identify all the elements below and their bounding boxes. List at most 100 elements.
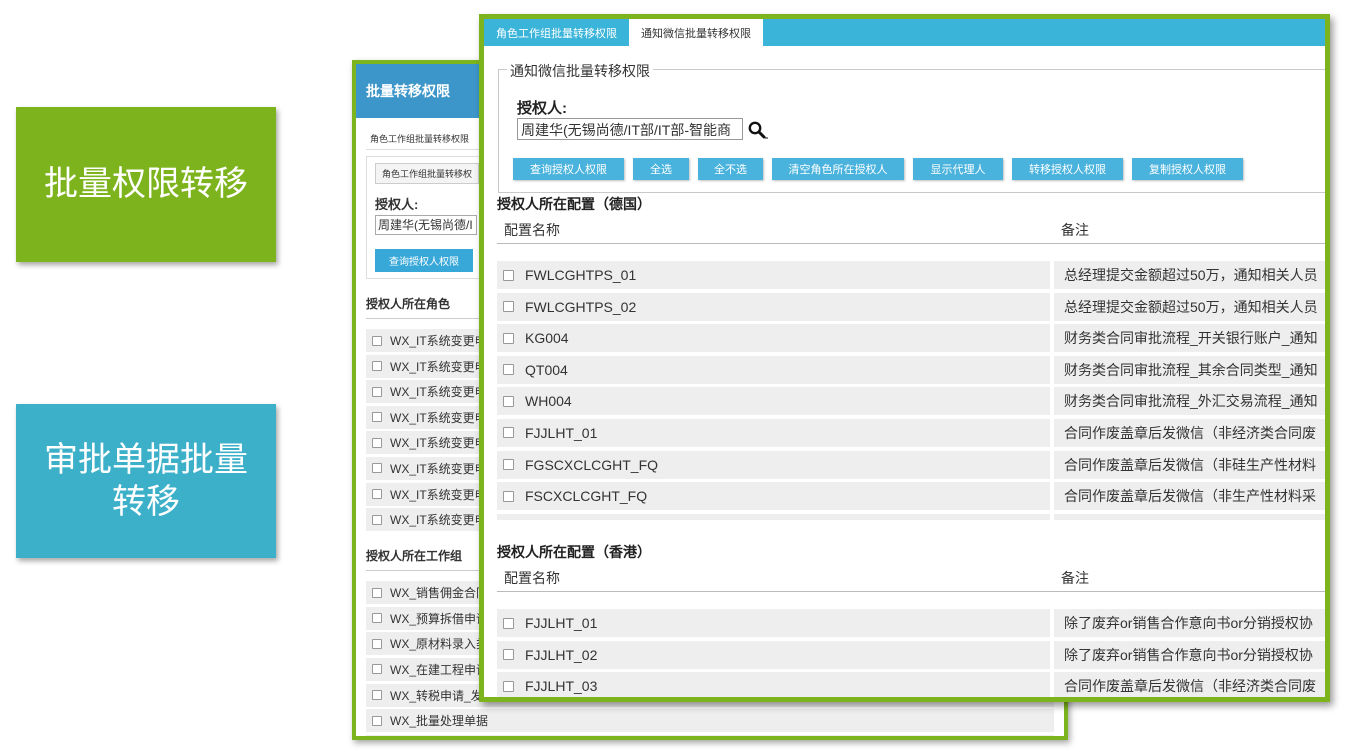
config-name: FWLCGHTPS_02 (525, 298, 637, 315)
back-grantor-input[interactable]: 周建华(无锡尚德/I (375, 215, 477, 235)
role-list-item-label: WX_IT系统变更申 (390, 385, 487, 400)
checkbox[interactable] (372, 335, 382, 346)
note-cell: 合同作废盖章后发微信（非经济类合同废 (1054, 672, 1325, 697)
group-list-item[interactable]: WX_批量处理单据 (366, 709, 1054, 733)
note-cell: 总经理提交金额超过50万，通知相关人员 (1054, 292, 1325, 321)
tile-label-line2: 转移 (112, 482, 180, 522)
config-name: FSCXCLCGHT_FQ (525, 488, 648, 505)
table-row[interactable]: FGSCXCLCGHT_FQ 合同作废盖章后发微信（非硅生产性材料 (497, 450, 1325, 479)
table-row[interactable]: QT004 财务类合同审批流程_其余合同类型_通知 (497, 355, 1325, 384)
checkbox[interactable] (503, 395, 514, 407)
checkbox[interactable] (503, 680, 514, 692)
note-cell: 除了废弃or销售合作意向书or分销授权协 (1054, 609, 1325, 637)
wechat-batch-transfer-window: 角色工作组批量转移权限 通知微信批量转移权限 通知微信批量转移权限 授权人: 周… (479, 14, 1330, 702)
fieldset-legend: 通知微信批量转移权限 (507, 61, 653, 81)
config-name-cell: FJJLHT_01 (497, 609, 1050, 637)
clear-role-grantor-button[interactable]: 清空角色所在授权人 (772, 158, 904, 180)
note-cell: 除了废弃or销售合作意向书or分销授权协 (1054, 640, 1325, 669)
group-list-item-label: WX_原材料录入类 (390, 637, 489, 652)
note-cell: 合同作废盖章后发微信（非生产性材料采 (1054, 482, 1325, 511)
note-cell: 合同作废盖章后发微信（非硅生产性材料 (1054, 450, 1325, 479)
config-name: WH004 (525, 393, 572, 410)
checkbox[interactable] (372, 489, 382, 500)
checkbox[interactable] (503, 649, 514, 661)
transfer-grantor-permission-button[interactable]: 转移授权人权限 (1012, 158, 1123, 180)
note-cell (1054, 513, 1325, 520)
table-row[interactable]: FJJLHT_01 合同作废盖章后发微信（非经济类合同废 (497, 418, 1325, 447)
checkbox[interactable] (503, 332, 514, 344)
checkbox[interactable] (372, 664, 382, 675)
checkbox[interactable] (372, 715, 382, 726)
tile-label: 批量权限转移 (44, 164, 248, 205)
role-list-item-label: WX_IT系统变更申 (390, 461, 487, 476)
checkbox[interactable] (372, 638, 382, 649)
table-row[interactable]: FJJLHT_03 合同作废盖章后发微信（非经济类合同废 (497, 672, 1325, 697)
config-name-cell: QT004 (497, 355, 1050, 384)
role-list-item-label: WX_IT系统变更申 (390, 436, 487, 451)
checkbox[interactable] (372, 386, 382, 397)
config-name-cell: FJJLHT_02 (497, 640, 1050, 669)
config-name: FJJLHT_02 (525, 646, 598, 663)
table-row[interactable]: FJJLHT_01 除了废弃or销售合作意向书or分销授权协 (497, 609, 1325, 637)
checkbox[interactable] (503, 459, 514, 471)
note-cell: 财务类合同审批流程_其余合同类型_通知 (1054, 355, 1325, 384)
checkbox[interactable] (503, 427, 514, 439)
group-list-item-label: WX_销售佣金合同 (390, 586, 489, 601)
show-proxy-button[interactable]: 显示代理人 (913, 158, 1003, 180)
group-list-item-label: WX_预算拆借申请 (390, 611, 489, 626)
hongkong-section-title: 授权人所在配置（香港） (497, 544, 651, 560)
table-row[interactable]: KG004 财务类合同审批流程_开关银行账户_通知 (497, 324, 1325, 353)
hongkong-table-body: FJJLHT_01 除了废弃or销售合作意向书or分销授权协 FJJLHT_02 除了… (497, 609, 1325, 697)
tile-label-line1: 审批单据批量 (44, 439, 248, 480)
role-list-item-label: WX_IT系统变更申 (390, 359, 487, 374)
checkbox[interactable] (372, 361, 382, 372)
tab-role-group-transfer[interactable]: 角色工作组批量转移权限 (484, 19, 629, 46)
search-icon[interactable] (747, 120, 769, 140)
config-name-cell: FWLCGHTPS_02 (497, 292, 1050, 321)
checkbox[interactable] (503, 617, 514, 629)
checkbox[interactable] (503, 490, 514, 502)
column-config-name: 配置名称 (504, 222, 560, 238)
config-name-cell: FJJLHT_03 (497, 672, 1050, 697)
config-name-cell: FSCXCLCGHT_FQ (497, 482, 1050, 511)
grantor-label: 授权人: (517, 100, 567, 117)
note-cell: 总经理提交金额超过50万，通知相关人员 (1054, 261, 1325, 289)
checkbox[interactable] (372, 412, 382, 423)
germany-table-header: 配置名称 备注 (497, 216, 1325, 244)
select-all-button[interactable]: 全选 (633, 158, 689, 180)
role-list-item-label: WX_IT系统变更申 (390, 334, 487, 348)
checkbox[interactable] (372, 613, 382, 624)
back-query-button[interactable]: 查询授权人权限 (375, 249, 473, 272)
note-cell: 合同作废盖章后发微信（非经济类合同废 (1054, 418, 1325, 447)
checkbox[interactable] (503, 269, 514, 281)
table-row[interactable]: FJJLHT_02 除了废弃or销售合作意向书or分销授权协 (497, 640, 1325, 669)
germany-section-title: 授权人所在配置（德国） (497, 196, 651, 212)
group-list-item-label: WX_转税申请_发 (390, 688, 483, 703)
checkbox[interactable] (503, 364, 514, 376)
deselect-all-button[interactable]: 全不选 (698, 158, 763, 180)
group-list-item[interactable]: WX_年度预算删除权限 (366, 734, 1054, 740)
table-row[interactable]: FWLCGHTPS_02 总经理提交金额超过50万，通知相关人员 (497, 292, 1325, 321)
copy-grantor-permission-button[interactable]: 复制授权人权限 (1132, 158, 1243, 180)
query-grantor-permission-button[interactable]: 查询授权人权限 (513, 158, 624, 180)
checkbox[interactable] (372, 463, 382, 474)
checkbox[interactable] (372, 437, 382, 448)
config-name: QT004 (525, 361, 568, 378)
table-row[interactable]: FSCXCLCGHT_FQ 合同作废盖章后发微信（非生产性材料采 (497, 482, 1325, 511)
config-name: FJJLHT_03 (525, 678, 598, 695)
table-row[interactable]: FWLCGHTPS_01 总经理提交金额超过50万，通知相关人员 (497, 261, 1325, 289)
grantor-input[interactable]: 周建华(无锡尚德/IT部/IT部-智能商 (517, 118, 743, 140)
checkbox[interactable] (372, 514, 382, 525)
config-name-cell: FJJLHT_01 (497, 418, 1050, 447)
group-list-item-label: WX_年度预算删除权限 (390, 738, 512, 740)
column-config-name: 配置名称 (504, 570, 560, 586)
checkbox[interactable] (372, 587, 382, 598)
config-name: FJJLHT_01 (525, 615, 598, 631)
checkbox[interactable] (372, 690, 382, 701)
back-inner-tab[interactable]: 角色工作组批量转移权 (375, 163, 480, 184)
table-row[interactable]: WH004 财务类合同审批流程_外汇交易流程_通知 (497, 387, 1325, 416)
tab-wechat-transfer[interactable]: 通知微信批量转移权限 (629, 19, 763, 46)
checkbox[interactable] (503, 301, 514, 313)
config-name-cell (497, 513, 1050, 520)
role-list-item-label: WX_IT系统变更申 (390, 513, 487, 528)
